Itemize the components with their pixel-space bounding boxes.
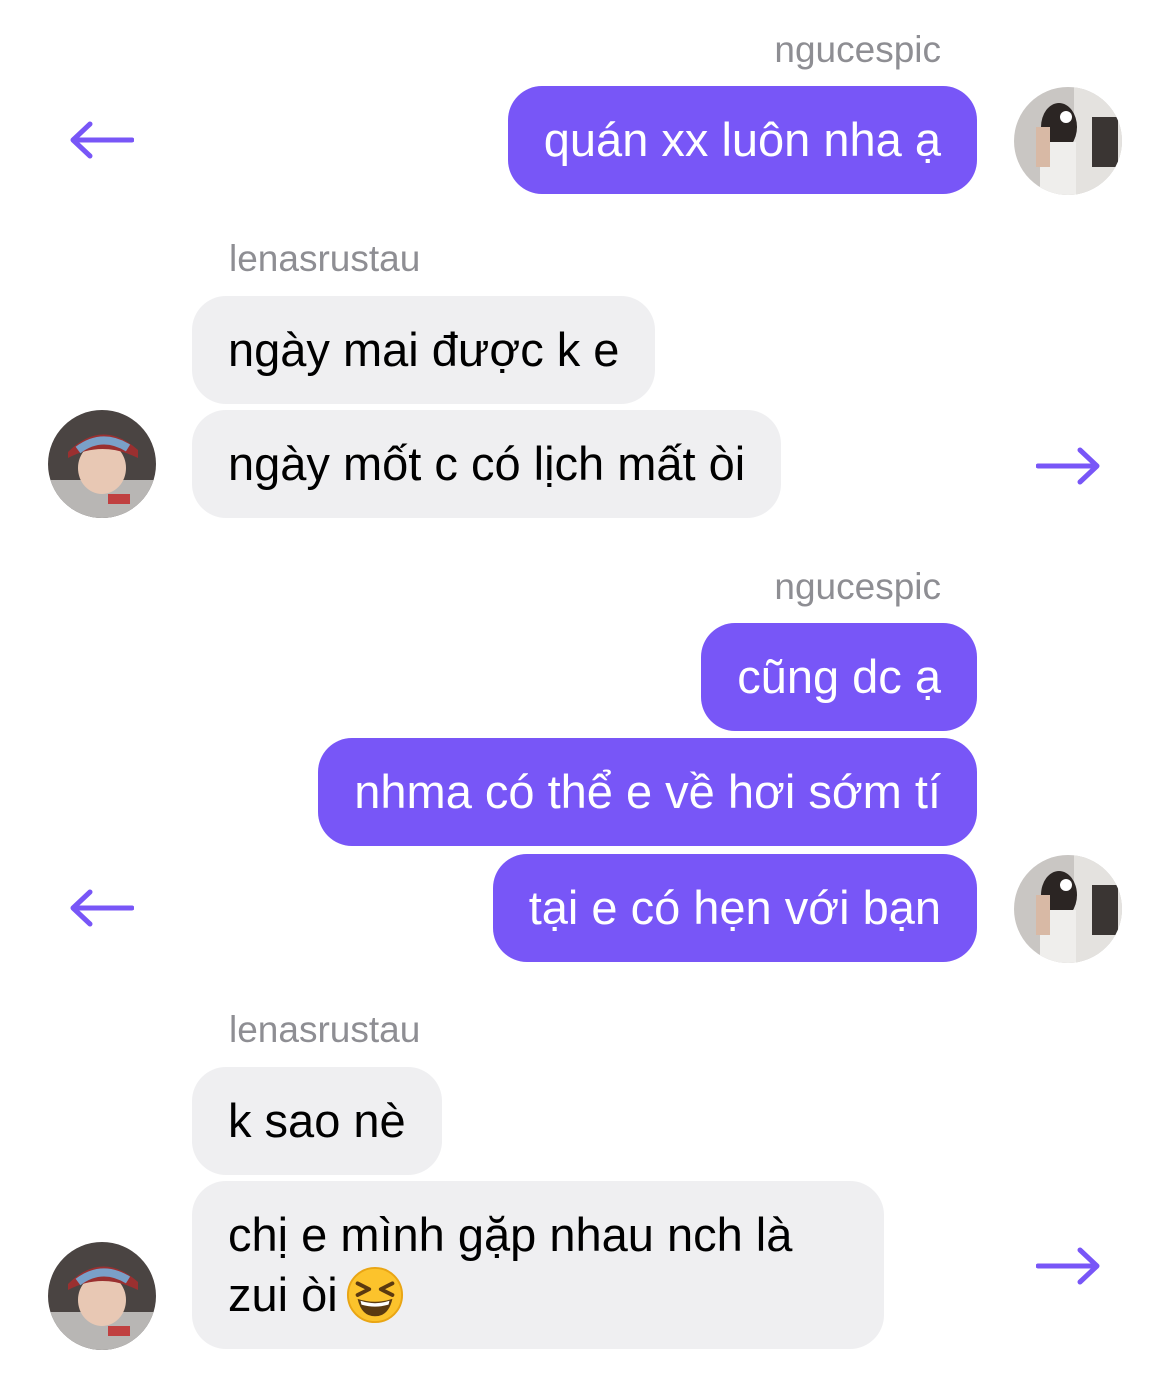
arrow-right-icon[interactable] [1036,1246,1102,1286]
sender-username: ngucespic [774,566,941,607]
arrow-left-icon[interactable] [68,888,134,928]
arrow-right-icon[interactable] [1036,446,1102,486]
grinning-squinting-face-emoji [346,1266,403,1323]
message-bubble[interactable]: k sao nè [192,1067,442,1175]
sender-username: lenasrustau [229,1009,421,1050]
message-bubble[interactable]: quán xx luôn nha ạ [507,86,977,194]
message-line-text: zui òi [228,1268,338,1321]
arrow-left-icon[interactable] [68,120,134,160]
avatar[interactable] [1014,87,1122,195]
message-line: zui òi [228,1265,848,1325]
message-bubble[interactable]: tại e có hẹn với bạn [492,854,977,962]
message-bubble[interactable]: nhma có thể e về hơi sớm tí [318,738,977,846]
message-bubble[interactable]: chị e mình gặp nhau nch là zui òi [192,1181,884,1349]
message-bubble[interactable]: cũng dc ạ [701,623,977,731]
message-line: chị e mình gặp nhau nch là [228,1208,793,1261]
message-bubble[interactable]: ngày mai được k e [192,296,656,404]
sender-username: lenasrustau [229,238,421,279]
avatar[interactable] [48,1242,156,1350]
avatar[interactable] [1014,855,1122,963]
avatar[interactable] [48,410,156,518]
message-bubble[interactable]: ngày mốt c có lịch mất òi [192,410,782,518]
sender-username: ngucespic [774,29,941,70]
